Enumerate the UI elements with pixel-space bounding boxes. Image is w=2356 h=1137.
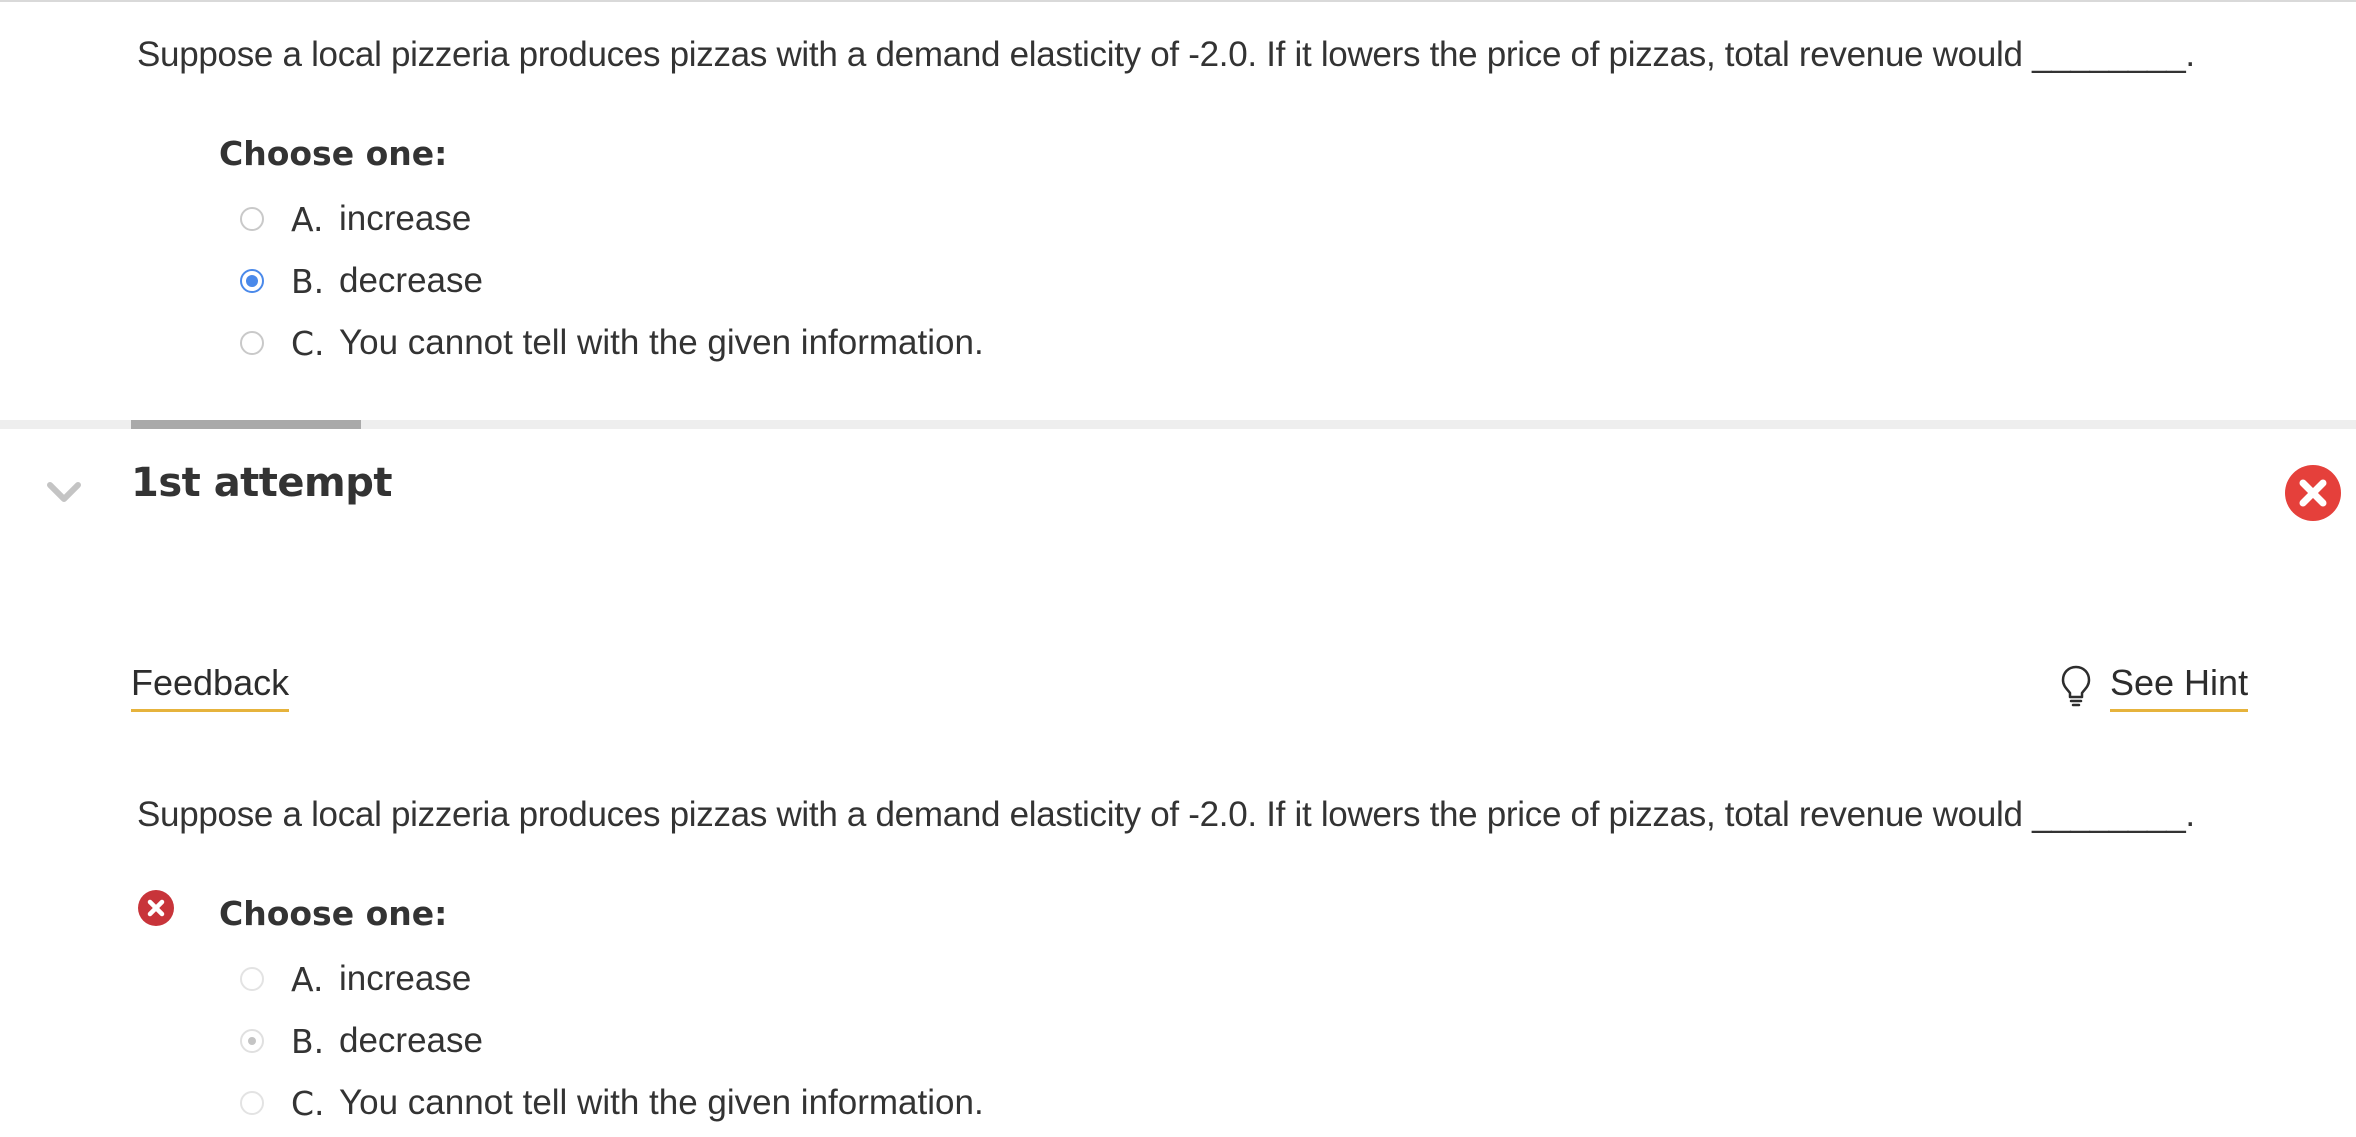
radio-button[interactable] <box>240 331 264 355</box>
option-c[interactable]: C. You cannot tell with the given inform… <box>240 318 984 368</box>
option-letter: A. <box>291 959 324 999</box>
attempt-option-b: B. decrease <box>240 1016 483 1066</box>
top-border <box>0 0 2356 2</box>
option-text: decrease <box>339 1021 483 1060</box>
option-text: increase <box>339 199 472 238</box>
radio-button[interactable] <box>240 207 264 231</box>
see-hint-link[interactable]: See Hint <box>2110 665 2249 712</box>
question-text: Suppose a local pizzeria produces pizzas… <box>137 35 2195 74</box>
option-letter: C. <box>291 1083 325 1123</box>
x-circle-icon <box>2285 465 2341 521</box>
choose-one-label: Choose one: <box>219 134 448 173</box>
lightbulb-icon[interactable] <box>2060 664 2092 708</box>
option-a[interactable]: A. increase <box>240 194 471 244</box>
option-letter: C. <box>291 323 325 363</box>
radio-button-disabled <box>240 1091 264 1115</box>
radio-button-disabled-selected <box>240 1029 264 1053</box>
feedback-link[interactable]: Feedback <box>131 665 290 712</box>
option-text: decrease <box>339 261 483 300</box>
choose-one-label: Choose one: <box>219 894 448 933</box>
radio-button-disabled <box>240 967 264 991</box>
chevron-down-icon[interactable] <box>44 472 84 512</box>
option-letter: B. <box>291 1021 325 1061</box>
option-letter: A. <box>291 199 324 239</box>
attempt-option-a: A. increase <box>240 954 471 1004</box>
divider-accent <box>131 420 361 429</box>
page: Suppose a local pizzeria produces pizzas… <box>0 0 2356 1137</box>
x-circle-icon <box>138 890 174 926</box>
option-text: increase <box>339 959 472 998</box>
option-text: You cannot tell with the given informati… <box>339 1083 984 1122</box>
option-text: You cannot tell with the given informati… <box>339 323 984 362</box>
option-b[interactable]: B. decrease <box>240 256 483 306</box>
attempt-title: 1st attempt <box>131 460 392 506</box>
attempt-option-c: C. You cannot tell with the given inform… <box>240 1078 984 1128</box>
option-letter: B. <box>291 261 325 301</box>
attempt-question-text: Suppose a local pizzeria produces pizzas… <box>137 795 2195 834</box>
radio-button-selected[interactable] <box>240 269 264 293</box>
